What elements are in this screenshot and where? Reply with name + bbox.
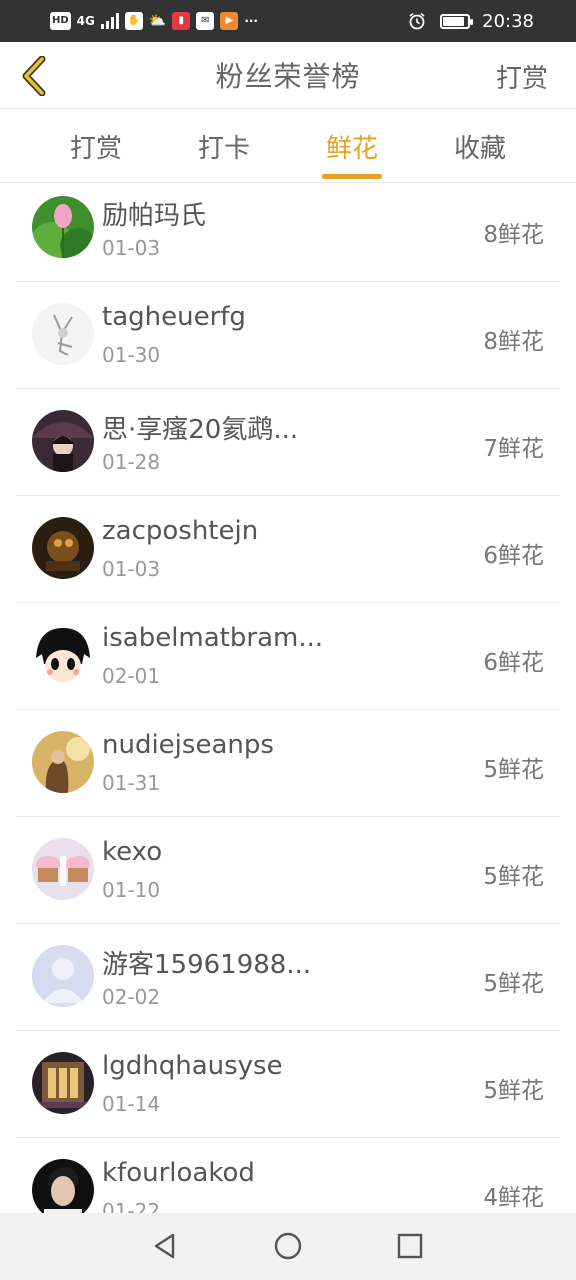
- battery-icon: [440, 13, 474, 29]
- reader-app-icon: ▮: [172, 12, 191, 30]
- fan-name: kexo: [102, 837, 163, 867]
- list-item[interactable]: isabelmatbram... 02-01 6鲜花: [16, 603, 560, 710]
- home-nav-icon[interactable]: [273, 1231, 303, 1261]
- tab-label: 收藏: [453, 133, 506, 164]
- avatar: [32, 945, 94, 1007]
- fan-name: kfourloakod: [102, 1158, 255, 1188]
- list-item[interactable]: 游客15961988... 02-02 5鲜花: [16, 924, 560, 1031]
- flower-count: 4鲜花: [483, 1185, 544, 1211]
- fan-name: tagheuerfg: [102, 302, 246, 332]
- tab-reward[interactable]: 打赏: [32, 109, 160, 183]
- fan-date: 01-31: [102, 771, 161, 795]
- tab-checkin[interactable]: 打卡: [160, 109, 288, 183]
- fan-date: 01-14: [102, 1092, 161, 1116]
- fan-name: 励帕玛氏: [102, 201, 207, 231]
- fan-date: 01-28: [102, 450, 161, 474]
- fan-date: 02-01: [102, 664, 161, 688]
- fan-date: 01-03: [102, 557, 161, 581]
- avatar: [32, 1052, 94, 1114]
- flower-count: 6鲜花: [483, 650, 544, 676]
- list-item[interactable]: 励帕玛氏 01-03 8鲜花: [16, 175, 560, 282]
- network-indicator: 4G: [76, 14, 95, 28]
- list-item[interactable]: lgdhqhausyse 01-14 5鲜花: [16, 1031, 560, 1138]
- fan-name: 思·享瘙20氦鹉...: [102, 415, 299, 445]
- avatar: [32, 303, 94, 365]
- list-item[interactable]: 思·享瘙20氦鹉... 01-28 7鲜花: [16, 389, 560, 496]
- avatar: [32, 624, 94, 686]
- signal-icon: [100, 13, 119, 29]
- fan-name: nudiejseanps: [102, 730, 274, 760]
- alarm-icon: [409, 12, 425, 30]
- flower-count: 5鲜花: [483, 1078, 544, 1104]
- avatar: [32, 1159, 94, 1213]
- avatar: [32, 517, 94, 579]
- avatar: [32, 196, 94, 258]
- flower-count: 6鲜花: [483, 543, 544, 569]
- flower-count: 5鲜花: [483, 971, 544, 997]
- fan-date: 01-30: [102, 343, 161, 367]
- reward-button[interactable]: 打赏: [496, 58, 548, 95]
- page-title: 粉丝荣誉榜: [215, 60, 361, 93]
- back-nav-icon[interactable]: [150, 1231, 180, 1261]
- list-item[interactable]: kexo 01-10 5鲜花: [16, 817, 560, 924]
- flower-count: 5鲜花: [483, 757, 544, 783]
- header: 粉丝荣誉榜 打赏: [0, 42, 576, 109]
- fan-date: 01-03: [102, 236, 161, 260]
- tab-flowers[interactable]: 鲜花: [288, 109, 416, 183]
- status-left: HD 4G ✋ ⛅ ▮ ✉ ▶ ···: [50, 12, 258, 30]
- flower-count: 8鲜花: [483, 222, 544, 248]
- fan-date: 02-02: [102, 985, 161, 1009]
- fan-date: 01-22: [102, 1199, 161, 1213]
- tab-bar: 打赏 打卡 鲜花 收藏: [0, 109, 576, 183]
- fan-date: 01-10: [102, 878, 161, 902]
- weather-icon: ⛅: [148, 13, 167, 29]
- list-item[interactable]: tagheuerfg 01-30 8鲜花: [16, 282, 560, 389]
- video-app-icon: ▶: [220, 12, 239, 30]
- fan-list: 励帕玛氏 01-03 8鲜花 tagheuerfg 01-30 8鲜花 思·享瘙…: [0, 175, 576, 1213]
- clock: 20:38: [482, 10, 534, 32]
- fan-name: isabelmatbram...: [102, 623, 324, 653]
- avatar: [32, 838, 94, 900]
- back-button[interactable]: [14, 54, 54, 98]
- battery-level: [443, 16, 464, 26]
- system-navigation-bar: [0, 1213, 576, 1280]
- more-notifications: ···: [244, 14, 258, 28]
- list-item[interactable]: zacposhtejn 01-03 6鲜花: [16, 496, 560, 603]
- hd-icon: HD: [50, 12, 71, 30]
- recents-nav-icon[interactable]: [395, 1231, 425, 1261]
- flower-count: 7鲜花: [483, 436, 544, 462]
- list-item[interactable]: nudiejseanps 01-31 5鲜花: [16, 710, 560, 817]
- flower-count: 8鲜花: [483, 329, 544, 355]
- mail-icon: ✉: [196, 12, 215, 30]
- chevron-left-icon: [22, 56, 46, 96]
- tab-label: 打卡: [197, 133, 250, 164]
- tab-label: 鲜花: [325, 133, 378, 164]
- avatar: [32, 731, 94, 793]
- list-item[interactable]: kfourloakod 01-22 4鲜花: [16, 1138, 560, 1213]
- flower-count: 5鲜花: [483, 864, 544, 890]
- hand-app-icon: ✋: [124, 12, 143, 30]
- tab-label: 打赏: [69, 133, 122, 164]
- status-bar: HD 4G ✋ ⛅ ▮ ✉ ▶ ··· 20:38: [0, 0, 576, 42]
- fan-name: lgdhqhausyse: [102, 1051, 283, 1081]
- fan-name: zacposhtejn: [102, 516, 259, 546]
- avatar: [32, 410, 94, 472]
- tab-favorites[interactable]: 收藏: [416, 109, 544, 183]
- fan-name: 游客15961988...: [102, 950, 312, 980]
- status-right: 20:38: [408, 11, 534, 32]
